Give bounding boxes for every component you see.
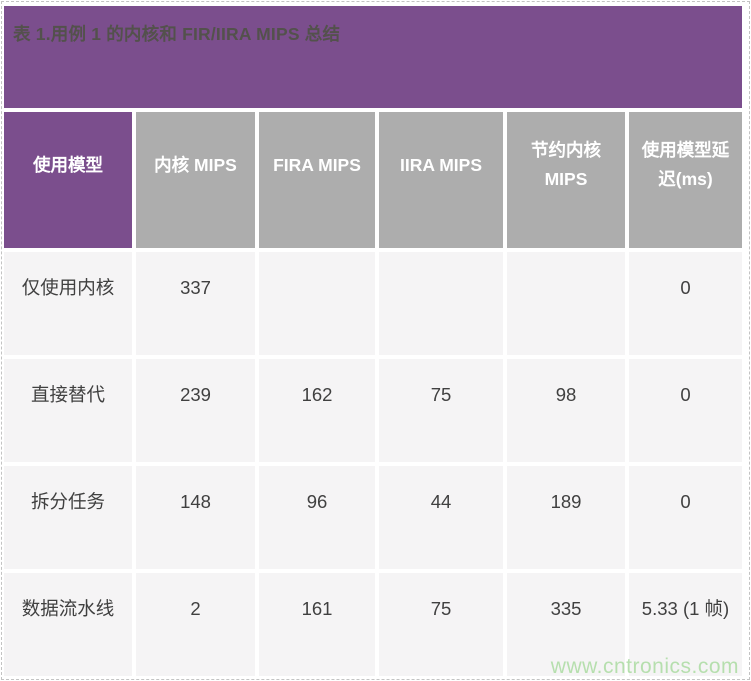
table-cell: 189 (507, 466, 625, 569)
mips-summary-table-figure: 表 1.用例 1 的内核和 FIR/IIRA MIPS 总结 使用模型 内核 M… (4, 6, 742, 676)
table-cell: 96 (259, 466, 375, 569)
table-cell: 75 (379, 573, 503, 676)
row-label: 拆分任务 (4, 466, 132, 569)
column-header-core-mips: 内核 MIPS (136, 112, 255, 248)
table-cell: 337 (136, 252, 255, 355)
table-cell (379, 252, 503, 355)
table-cell: 148 (136, 466, 255, 569)
watermark: www.cntronics.com (550, 655, 739, 678)
table-cell: 75 (379, 359, 503, 462)
table-cell: 0 (629, 359, 742, 462)
row-label: 数据流水线 (4, 573, 132, 676)
figure-canvas: 表 1.用例 1 的内核和 FIR/IIRA MIPS 总结 使用模型 内核 M… (0, 0, 751, 681)
table-cell (507, 252, 625, 355)
table-cell: 0 (629, 466, 742, 569)
table-cell: 44 (379, 466, 503, 569)
row-label: 直接替代 (4, 359, 132, 462)
mips-summary-table: 使用模型 内核 MIPS FIRA MIPS IIRA MIPS 节约内核 MI… (4, 112, 742, 676)
table-title-bar: 表 1.用例 1 的内核和 FIR/IIRA MIPS 总结 (4, 6, 742, 108)
table-cell (259, 252, 375, 355)
table-cell: 161 (259, 573, 375, 676)
column-header-fira-mips: FIRA MIPS (259, 112, 375, 248)
row-label: 仅使用内核 (4, 252, 132, 355)
table-title: 表 1.用例 1 的内核和 FIR/IIRA MIPS 总结 (13, 24, 341, 44)
table-cell: 0 (629, 252, 742, 355)
column-header-iira-mips: IIRA MIPS (379, 112, 503, 248)
table-cell: 2 (136, 573, 255, 676)
table-cell: 239 (136, 359, 255, 462)
column-header-usage-model-latency: 使用模型延 迟(ms) (629, 112, 742, 248)
table-cell: 98 (507, 359, 625, 462)
table-cell: 162 (259, 359, 375, 462)
column-header-usage-model: 使用模型 (4, 112, 132, 248)
column-header-saved-core-mips: 节约内核 MIPS (507, 112, 625, 248)
